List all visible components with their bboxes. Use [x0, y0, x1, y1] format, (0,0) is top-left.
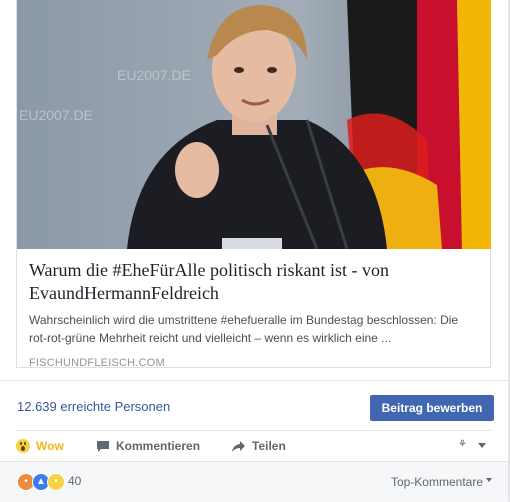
reaction-icons[interactable]: • ▲ •	[17, 473, 65, 491]
action-bar: Wow Kommentieren Teilen ⚘	[16, 430, 492, 461]
preview-photo: EU2007.DE EU2007.DE	[17, 0, 491, 249]
wow-emoji-icon	[16, 439, 30, 453]
backdrop-text-1: EU2007.DE	[117, 67, 191, 83]
wow-reaction-button[interactable]: Wow	[16, 439, 64, 453]
promote-post-button[interactable]: Beitrag bewerben	[370, 395, 494, 421]
link-description: Wahrscheinlich wird die umstrittene #ehe…	[29, 313, 459, 345]
share-icon	[232, 440, 245, 452]
comment-label: Kommentieren	[116, 439, 201, 453]
page-avatar-icon: ⚘	[458, 439, 467, 450]
post-as-selector[interactable]: ⚘	[458, 438, 486, 452]
share-label: Teilen	[252, 439, 286, 453]
reaction-count[interactable]: 40	[68, 474, 81, 488]
backdrop-text-2: EU2007.DE	[19, 107, 93, 123]
link-preview-text[interactable]: Warum die #EheFürAlle politisch riskant …	[17, 249, 491, 379]
chevron-down-icon	[478, 442, 486, 448]
reactions-summary-row: • ▲ • 40 Top-Kommentare	[0, 461, 508, 502]
chevron-down-icon	[486, 478, 492, 482]
comment-icon	[97, 440, 109, 452]
comment-sort-dropdown[interactable]: Top-Kommentare	[391, 475, 492, 489]
link-preview-card[interactable]: EU2007.DE EU2007.DE Warum die #EheFürAll…	[16, 0, 491, 369]
reach-row: 12.639 erreichte Personen Beitrag bewerb…	[0, 380, 508, 431]
link-title[interactable]: Warum die #EheFürAlle politisch riskant …	[29, 259, 479, 305]
share-button[interactable]: Teilen	[231, 439, 286, 453]
post-card: EU2007.DE EU2007.DE Warum die #EheFürAll…	[0, 0, 509, 502]
reach-count-link[interactable]: 12.639 erreichte Personen	[17, 399, 170, 414]
link-preview-image[interactable]: EU2007.DE EU2007.DE	[17, 0, 491, 249]
comment-sort-label: Top-Kommentare	[390, 475, 483, 489]
comment-button[interactable]: Kommentieren	[96, 439, 200, 453]
haha-reaction-icon: •	[47, 473, 65, 491]
link-domain: FISCHUNDFLEISCH.COM	[29, 357, 165, 369]
wow-label: Wow	[36, 439, 64, 453]
